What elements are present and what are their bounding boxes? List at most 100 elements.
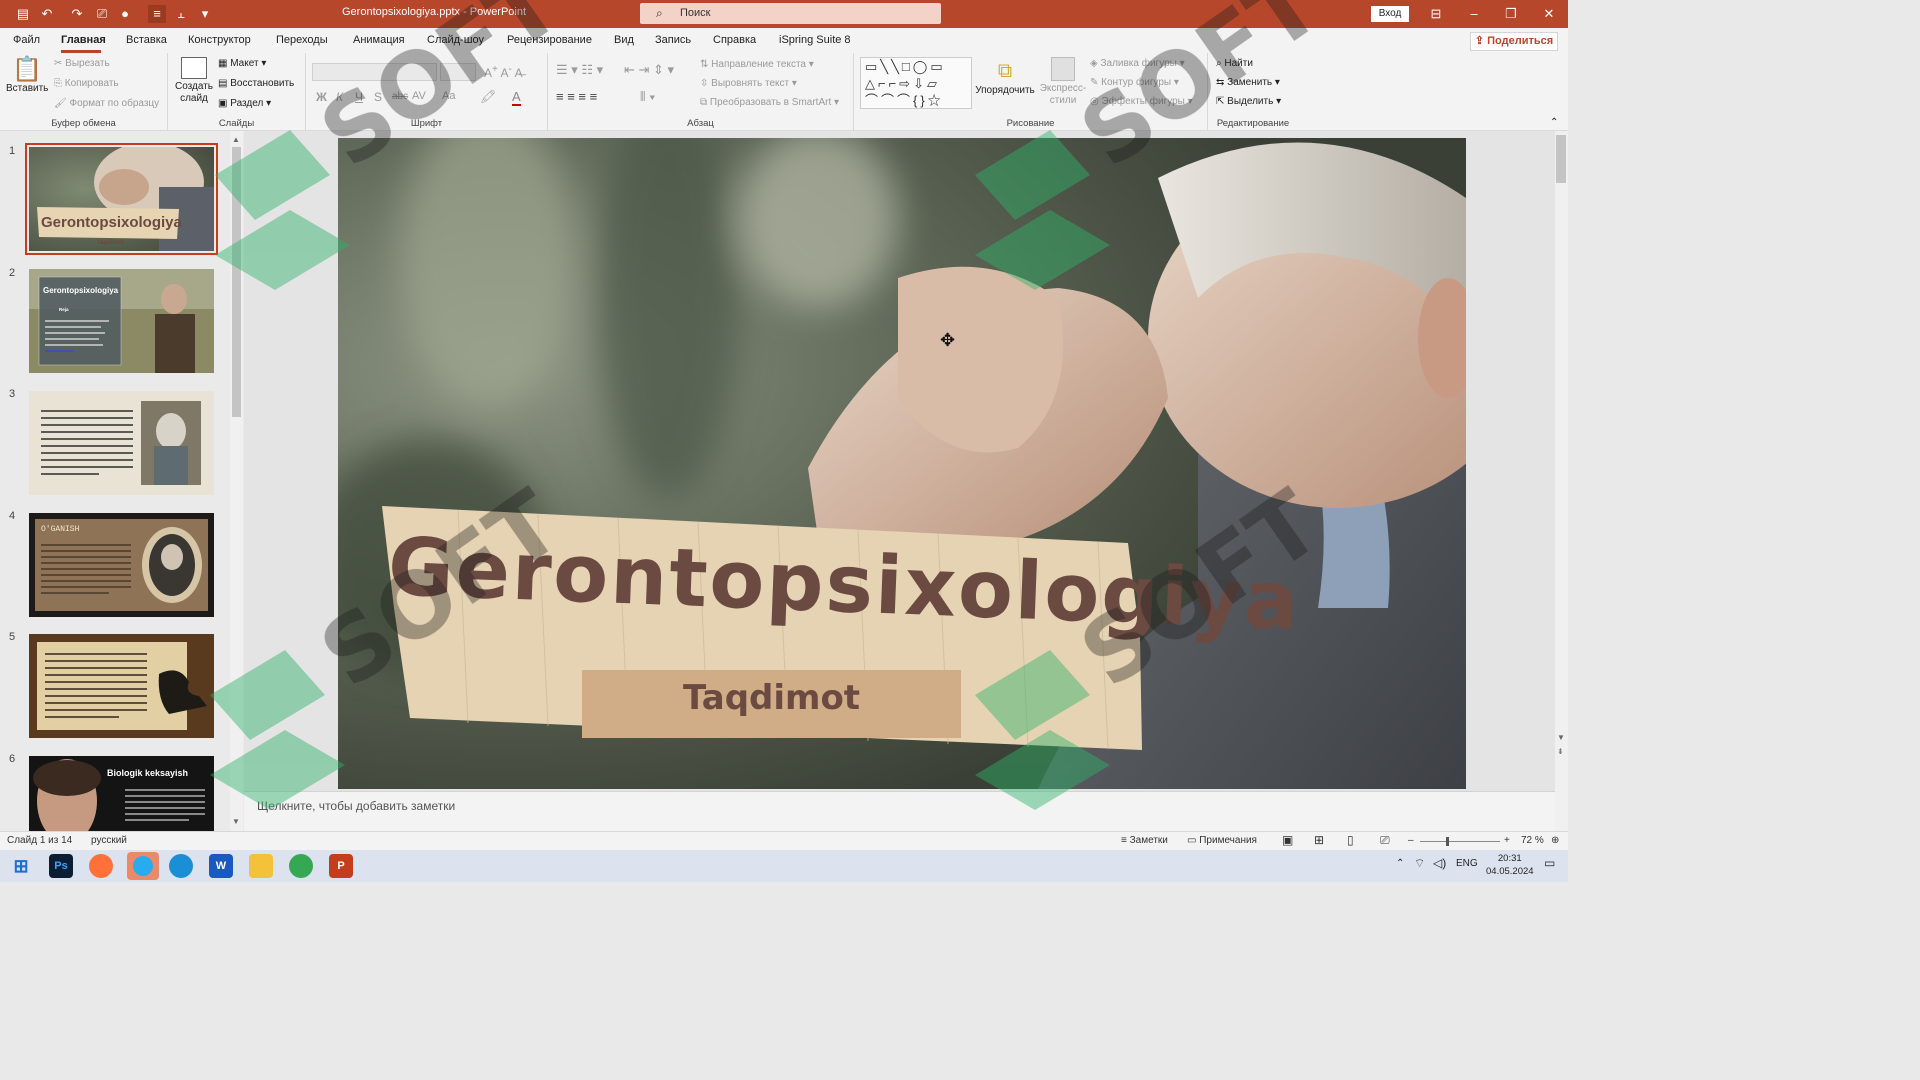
paste-button[interactable]: 📋 Вставить: [6, 57, 48, 95]
slide-thumbnail-4[interactable]: O'GANISH: [29, 513, 214, 617]
notifications-icon[interactable]: ▭: [1544, 856, 1555, 870]
chrome-icon[interactable]: [289, 854, 313, 878]
record-icon[interactable]: ●: [116, 5, 134, 23]
tab-file[interactable]: Файл: [13, 34, 40, 46]
notes-toggle[interactable]: ≡ Заметки: [1121, 835, 1168, 846]
slide-thumbnail-1[interactable]: Gerontopsixologiya Taqdimot: [25, 143, 218, 255]
thumbnails-scroll-thumb[interactable]: [232, 147, 241, 417]
shape-fill-button[interactable]: ◈ Заливка фигуры ▾: [1090, 58, 1185, 69]
copy-button[interactable]: ⎘ Копировать: [54, 78, 119, 89]
reset-button[interactable]: ▤ Восстановить: [218, 78, 294, 89]
slide-sorter-icon[interactable]: ⊞: [1314, 833, 1324, 847]
share-button[interactable]: ⇪ Поделиться: [1470, 32, 1558, 51]
shape-outline-button[interactable]: ✎ Контур фигуры ▾: [1090, 77, 1179, 88]
italic-button[interactable]: К: [336, 90, 343, 104]
tab-ispring[interactable]: iSpring Suite 8: [779, 34, 851, 46]
photoshop-icon[interactable]: Ps: [49, 854, 73, 878]
scroll-down-icon[interactable]: ▼: [232, 817, 240, 826]
find-button[interactable]: ⌕ Найти: [1216, 58, 1253, 69]
volume-icon[interactable]: ◁): [1433, 856, 1446, 870]
text-direction-button[interactable]: ⇅ Направление текста ▾: [700, 59, 814, 70]
normal-view-icon[interactable]: ▣: [1282, 833, 1293, 847]
font-size-select[interactable]: [440, 63, 476, 81]
align-text-button[interactable]: ⇳ Выровнять текст ▾: [700, 78, 797, 89]
tray-chevron-icon[interactable]: ⌃: [1396, 858, 1404, 869]
slide-scrollbar[interactable]: ▼ ⇟: [1555, 131, 1568, 831]
underline-button[interactable]: Ч: [355, 90, 363, 104]
slide-thumbnail-2[interactable]: Gerontopsixologiya Reja: [29, 269, 214, 373]
zoom-out-icon[interactable]: –: [1408, 835, 1414, 846]
edge-icon[interactable]: [169, 854, 193, 878]
tab-help[interactable]: Справка: [713, 34, 756, 46]
powerpoint-icon[interactable]: P: [329, 854, 353, 878]
zoom-in-icon[interactable]: +: [1504, 835, 1510, 846]
undo-icon[interactable]: ↶: [38, 5, 56, 23]
shadow-button[interactable]: S: [374, 90, 382, 104]
language-indicator[interactable]: русский: [91, 835, 127, 846]
slide-thumbnail-6[interactable]: Biologik keksayish: [29, 756, 214, 831]
fit-slide-icon[interactable]: ⊕: [1551, 835, 1559, 846]
scroll-up-icon[interactable]: ▲: [232, 135, 240, 144]
layout-icon[interactable]: ≡: [148, 5, 166, 23]
clock[interactable]: 20:31 04.05.2024: [1486, 852, 1534, 878]
telegram-icon[interactable]: [127, 852, 159, 880]
font-color-icon[interactable]: A: [512, 89, 521, 106]
tab-view[interactable]: Вид: [614, 34, 634, 46]
next-slide-icon[interactable]: ⇟: [1557, 747, 1564, 756]
char-spacing-icon[interactable]: AV: [412, 90, 426, 102]
zoom-level[interactable]: 72 %: [1521, 835, 1544, 846]
slide-thumbnail-5[interactable]: [29, 634, 214, 738]
smartart-button[interactable]: ⧉ Преобразовать в SmartArt ▾: [700, 97, 839, 108]
redo-icon[interactable]: ↷: [68, 5, 86, 23]
minimize-icon[interactable]: –: [1455, 0, 1493, 28]
tab-record[interactable]: Запись: [655, 34, 691, 46]
tab-slideshow[interactable]: Слайд-шоу: [427, 34, 484, 46]
notes-pane[interactable]: Щелкните, чтобы добавить заметки: [244, 791, 1555, 831]
start-icon[interactable]: ⊞: [9, 854, 33, 878]
section-button[interactable]: ▣ Раздел ▾: [218, 98, 271, 109]
quick-styles-button[interactable]: Экспресс-стили: [1038, 57, 1088, 107]
shape-effects-button[interactable]: ◎ Эффекты фигуры ▾: [1090, 96, 1193, 107]
close-icon[interactable]: ✕: [1530, 0, 1568, 28]
wifi-icon[interactable]: ⌔: [1414, 856, 1425, 871]
align-text-icons[interactable]: ≡ ≡ ≡ ≡: [556, 89, 597, 104]
sign-in-button[interactable]: Вход: [1371, 6, 1409, 22]
slide-subtitle[interactable]: Taqdimot: [582, 678, 961, 718]
shapes-gallery[interactable]: ▭╲╲□◯▭ △⌐⌐⇨⇩▱ ⌒⌒⌒{}☆: [860, 57, 972, 109]
tab-home[interactable]: Главная: [61, 34, 106, 46]
tab-transitions[interactable]: Переходы: [276, 34, 328, 46]
zoom-slider-thumb[interactable]: [1446, 837, 1449, 846]
ribbon-display-icon[interactable]: ⊟: [1417, 0, 1455, 28]
highlight-icon[interactable]: 🖍: [480, 89, 497, 105]
comments-toggle[interactable]: ▭ Примечания: [1187, 835, 1257, 846]
search-input[interactable]: ⌕ Поиск: [640, 3, 941, 24]
zoom-slider[interactable]: [1420, 841, 1500, 842]
grow-font-icon[interactable]: A+ A- A̶: [484, 64, 523, 80]
cut-button[interactable]: ✂ Вырезать: [54, 58, 110, 69]
layout-button[interactable]: ▦ Макет ▾: [218, 58, 266, 69]
replace-button[interactable]: ⇆ Заменить ▾: [1216, 77, 1280, 88]
format-painter-button[interactable]: 🖌 Формат по образцу: [54, 98, 159, 109]
restore-icon[interactable]: ❐: [1492, 0, 1530, 28]
slide-thumbnail-3[interactable]: [29, 391, 214, 495]
file-explorer-icon[interactable]: [249, 854, 273, 878]
language-switch[interactable]: ENG: [1456, 858, 1478, 869]
word-icon[interactable]: W: [209, 854, 233, 878]
collapse-ribbon-icon[interactable]: ⌃: [1550, 117, 1558, 128]
bullets-icon[interactable]: ☰ ▾ ☷ ▾: [556, 62, 603, 78]
customize-qat-icon[interactable]: ▾: [196, 5, 214, 23]
bold-button[interactable]: Ж: [316, 90, 327, 104]
tab-insert[interactable]: Вставка: [126, 34, 167, 46]
strikethrough-button[interactable]: abc: [392, 91, 408, 102]
tab-design[interactable]: Конструктор: [188, 34, 251, 46]
slideshow-view-icon[interactable]: ⎚: [1380, 833, 1390, 848]
current-slide[interactable]: Gerontopsixologiya Taqdimot ✥: [338, 138, 1466, 789]
new-slide-button[interactable]: Создать слайд: [172, 57, 216, 105]
align-icon[interactable]: ⫠: [172, 5, 190, 23]
reading-view-icon[interactable]: ▯: [1347, 833, 1354, 847]
font-family-select[interactable]: [312, 63, 437, 81]
tab-animations[interactable]: Анимация: [353, 34, 405, 46]
columns-icon[interactable]: ⫴ ▾: [640, 89, 655, 105]
indent-icon[interactable]: ⇤ ⇥ ⇕ ▾: [624, 62, 674, 78]
prev-slide-icon[interactable]: ▼: [1557, 733, 1565, 742]
